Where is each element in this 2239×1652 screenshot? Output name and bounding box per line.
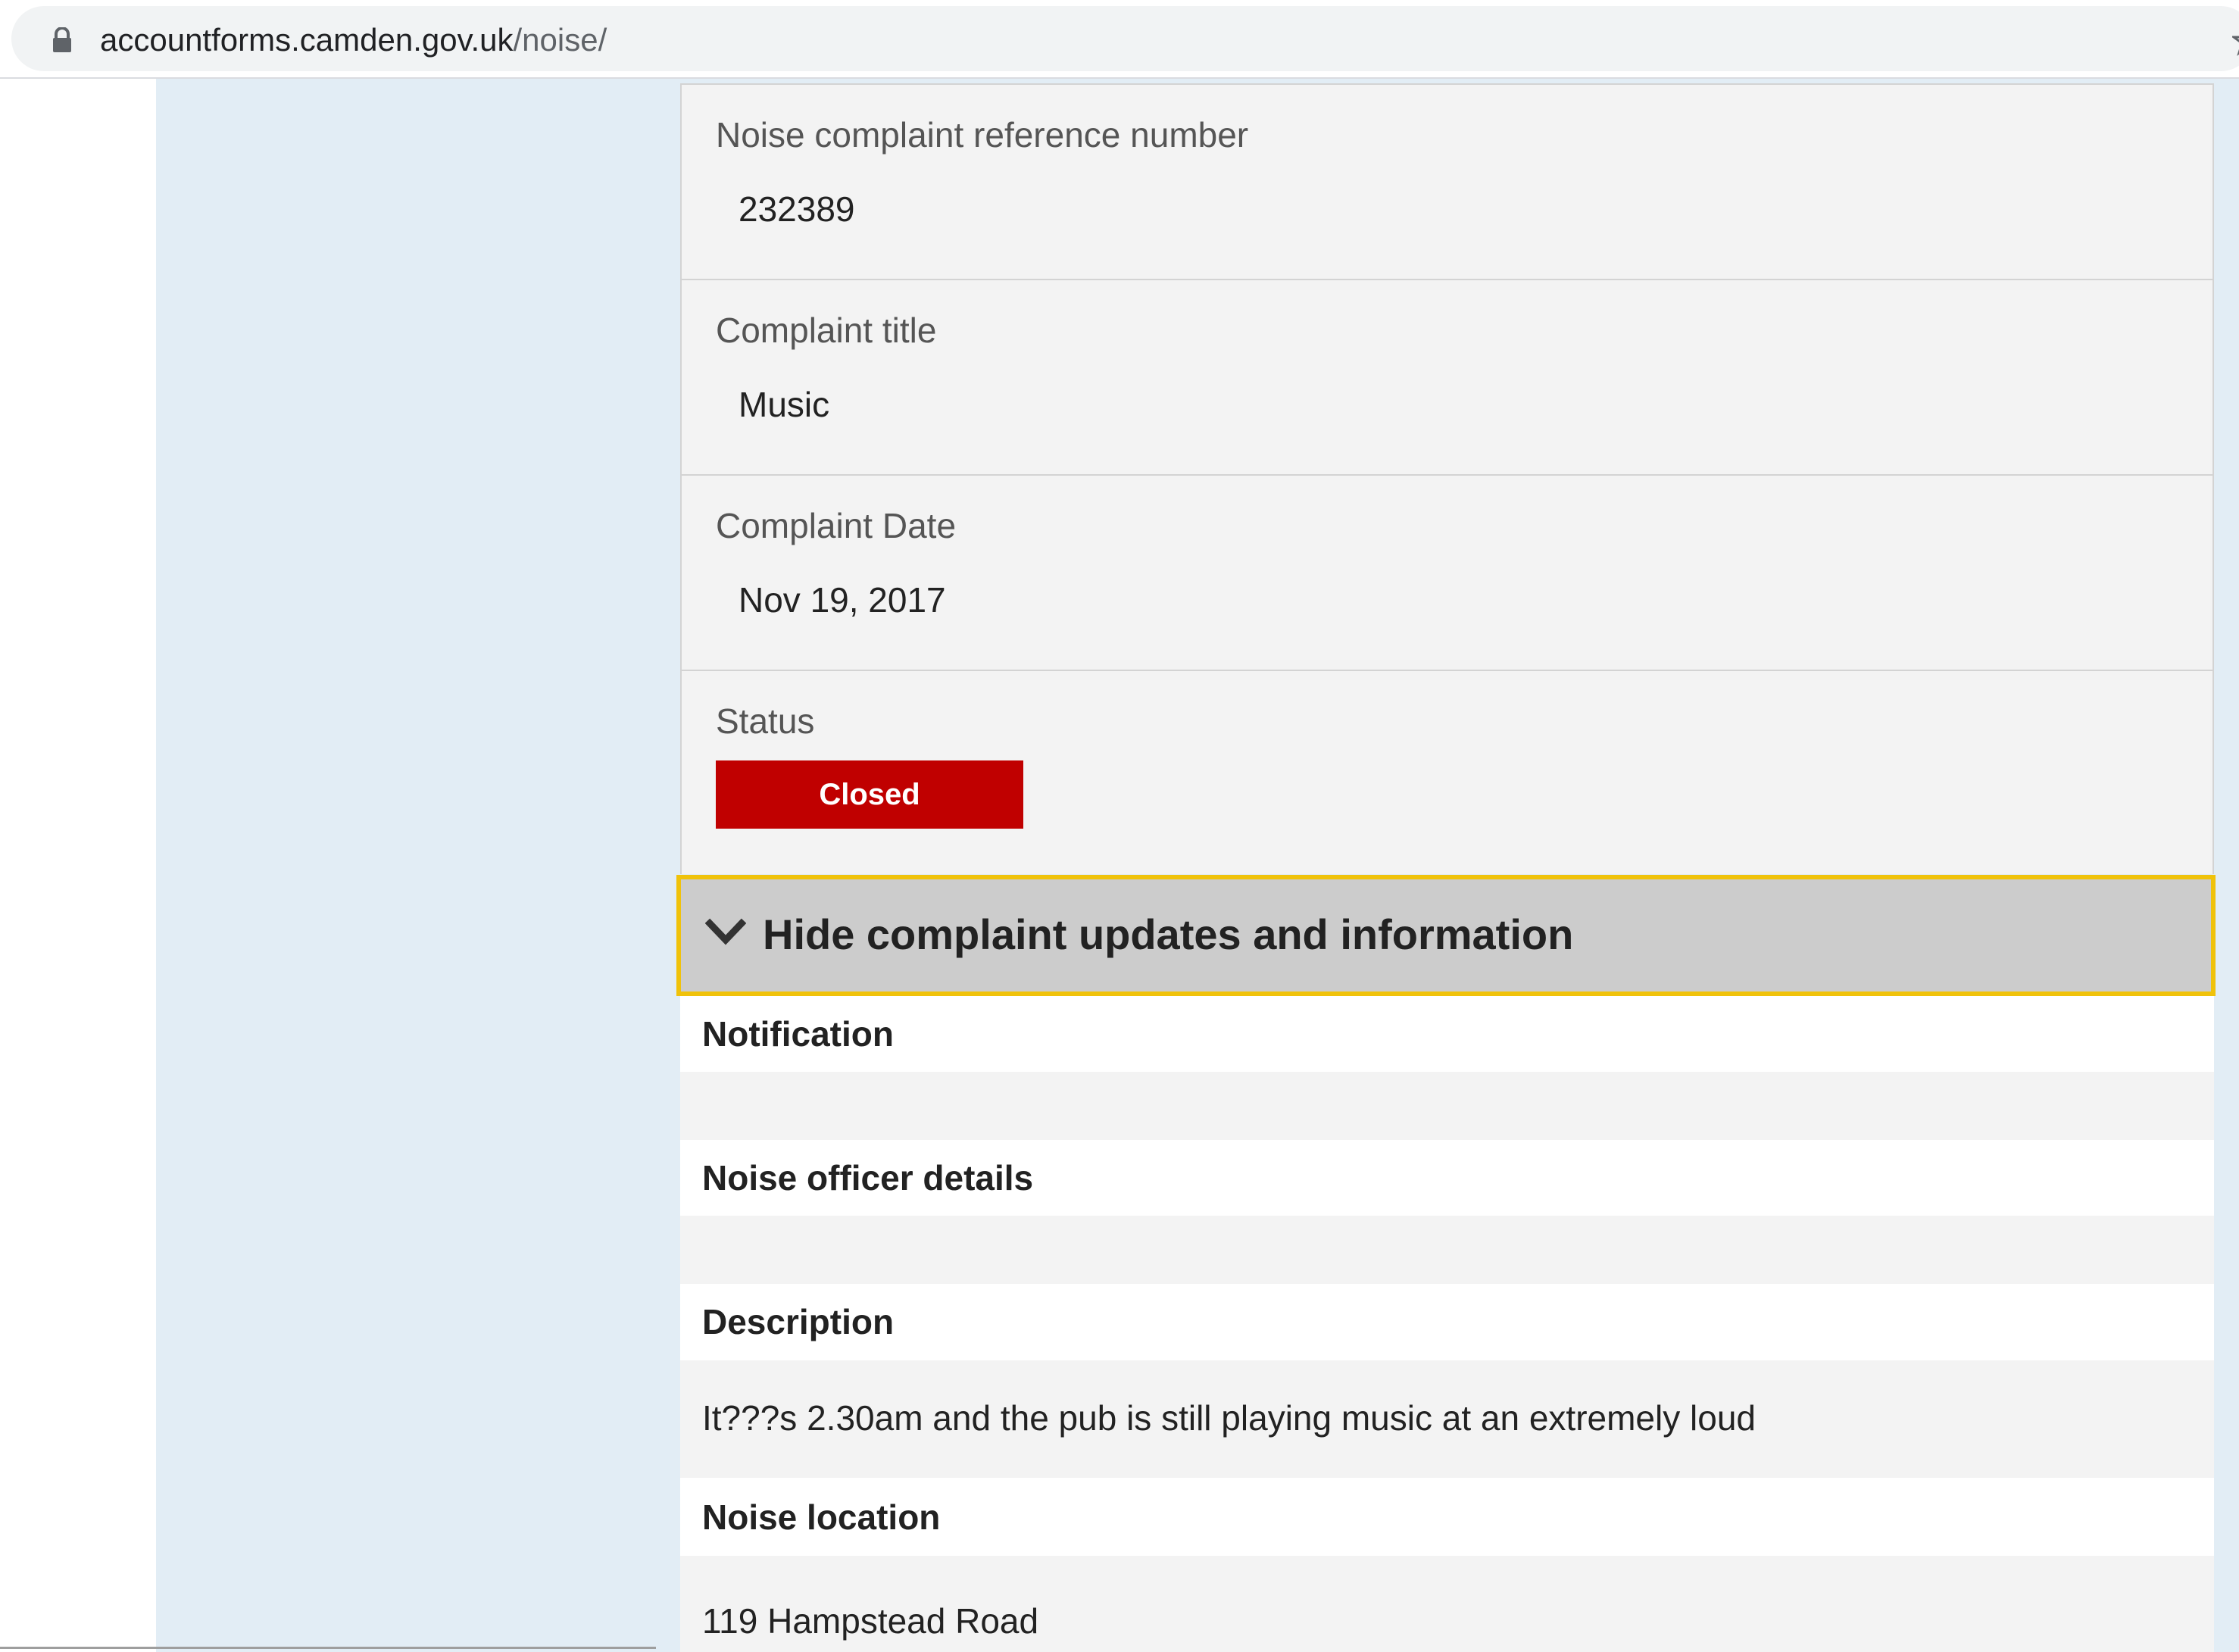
url-path: /noise/ (513, 22, 607, 58)
reference-field: Noise complaint reference number 232389 (682, 85, 2212, 280)
description-text: It???s 2.30am and the pub is still playi… (702, 1398, 1756, 1438)
reference-value: 232389 (739, 189, 855, 229)
title-field: Complaint title Music (682, 280, 2212, 476)
notification-heading: Notification (702, 1014, 894, 1054)
status-label: Status (716, 701, 815, 741)
url-bar[interactable]: accountforms.camden.gov.uk/noise/ (11, 6, 2239, 71)
officer-body (680, 1216, 2214, 1284)
location-text: 119 Hampstead Road (702, 1601, 1039, 1641)
status-field: Status Closed (682, 671, 2212, 874)
toggle-label: Hide complaint updates and information (763, 910, 1574, 958)
location-heading: Noise location (702, 1497, 941, 1537)
description-heading-row: Description (680, 1284, 2214, 1360)
date-label: Complaint Date (716, 506, 957, 545)
url-domain: accountforms.camden.gov.uk (100, 22, 514, 58)
browser-address-bar: accountforms.camden.gov.uk/noise/ (0, 0, 2239, 79)
description-body: It???s 2.30am and the pub is still playi… (680, 1360, 2214, 1478)
location-body: 119 Hampstead Road (680, 1556, 2214, 1652)
notification-heading-row: Notification (680, 996, 2214, 1072)
title-label: Complaint title (716, 311, 937, 350)
notification-body (680, 1072, 2214, 1140)
lock-icon[interactable] (52, 27, 72, 53)
left-margin (0, 79, 156, 1652)
officer-heading: Noise officer details (702, 1158, 1034, 1198)
divider (0, 1647, 656, 1649)
description-heading: Description (702, 1302, 895, 1341)
date-value: Nov 19, 2017 (739, 580, 946, 620)
page-content: Noise complaint reference number 232389 … (0, 79, 2239, 1652)
star-icon[interactable] (2232, 26, 2239, 56)
reference-label: Noise complaint reference number (716, 115, 1249, 155)
title-value: Music (739, 385, 830, 424)
complaint-summary-card: Noise complaint reference number 232389 … (680, 83, 2214, 874)
date-field: Complaint Date Nov 19, 2017 (682, 476, 2212, 671)
chevron-down-icon (705, 918, 746, 945)
url-text[interactable]: accountforms.camden.gov.uk/noise/ (100, 21, 607, 59)
status-badge: Closed (716, 760, 1023, 829)
officer-heading-row: Noise officer details (680, 1140, 2214, 1216)
hide-updates-toggle[interactable]: Hide complaint updates and information (676, 875, 2216, 996)
location-heading-row: Noise location (680, 1478, 2214, 1556)
